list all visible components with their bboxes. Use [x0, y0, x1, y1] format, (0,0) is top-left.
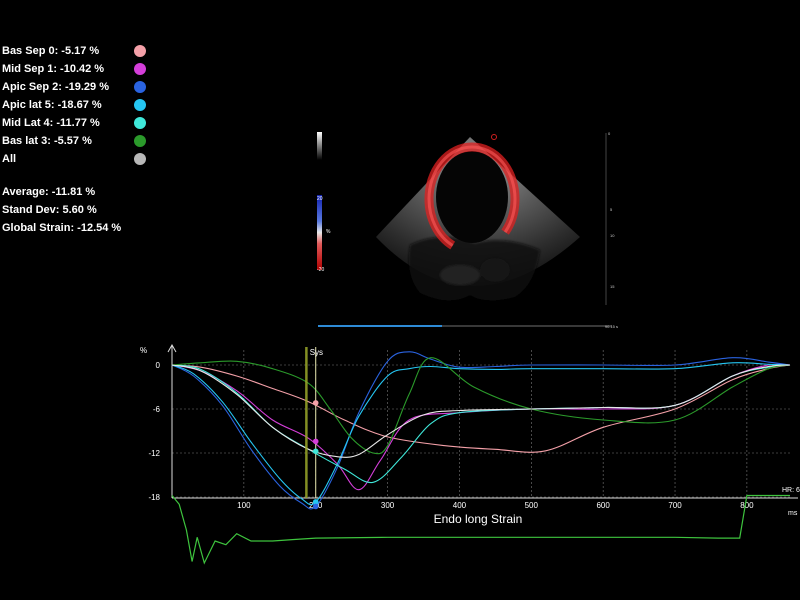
legend-color-dot [134, 45, 146, 57]
x-axis-label: Endo long Strain [434, 512, 523, 526]
x-tick-label: 800 [740, 501, 754, 510]
apex-marker [491, 134, 497, 140]
series-line-bas-lat-3 [171, 357, 791, 455]
standard-deviation: Stand Dev: 5.60 % [2, 204, 97, 216]
scale-unit-label: % [326, 229, 331, 235]
x-tick-label: 400 [453, 501, 467, 510]
legend-label: Mid Lat 4: -11.77 % [2, 117, 100, 129]
legend-label: Bas lat 3: -5.57 % [2, 135, 92, 147]
axes: 0-6-12-18100200300400500600700800 [148, 343, 798, 510]
series-line-bas-sep-0 [171, 364, 791, 453]
cine-time-readout: 90.15 s [605, 324, 618, 329]
x-tick-label: 500 [525, 501, 539, 510]
grayscale-bar [317, 132, 322, 160]
legend-color-dot [134, 153, 146, 165]
y-tick-label: -18 [148, 493, 160, 502]
strain-curve-chart: 0-6-12-18100200300400500600700800 Endo l… [140, 343, 800, 565]
marker-point [312, 503, 319, 510]
legend-label: Apic lat 5: -18.67 % [2, 99, 102, 111]
depth-label: 10 [610, 233, 615, 238]
legend-item[interactable]: Apic lat 5: -18.67 % [2, 96, 162, 114]
legend-item[interactable]: Apic Sep 2: -19.29 % [2, 78, 162, 96]
x-tick-label: 300 [381, 501, 395, 510]
strain-color-scale [317, 195, 322, 270]
legend-item[interactable]: All [2, 150, 162, 168]
legend-label: Bas Sep 0: -5.17 % [2, 45, 100, 57]
x-tick-label: 100 [237, 501, 251, 510]
systole-marker [305, 347, 317, 498]
heart-rate-label: HR: 6 [782, 487, 800, 494]
legend-color-dot [134, 135, 146, 147]
marker-point [312, 400, 319, 406]
echo-ultrasound-view: 20 -20 % 0 5 10 15 90.15 s [317, 131, 618, 329]
series-line-apic-lat-5 [171, 362, 791, 506]
legend-label: Apic Sep 2: -19.29 % [2, 81, 109, 93]
systole-label: Sys [310, 348, 323, 357]
x-tick-label: 600 [596, 501, 610, 510]
svg-text:0: 0 [608, 131, 611, 136]
legend-item[interactable]: Mid Sep 1: -10.42 % [2, 60, 162, 78]
y-tick-label: 0 [156, 361, 161, 370]
legend-item[interactable]: Bas lat 3: -5.57 % [2, 132, 162, 150]
x-tick-label: 700 [668, 501, 682, 510]
depth-label: 5 [610, 207, 613, 212]
marker-point [312, 448, 319, 455]
lv-cavity [436, 151, 508, 243]
y-axis-label: % [140, 346, 147, 355]
strain-stats: Average: -11.81 % Stand Dev: 5.60 % Glob… [2, 183, 121, 237]
average-strain: Average: -11.81 % [2, 186, 96, 198]
series-line-mid-sep-1 [171, 363, 791, 491]
series-line-mid-lat-4 [171, 364, 791, 484]
x-unit-label: ms [788, 510, 798, 517]
ecg-line [171, 494, 790, 565]
legend-label: All [2, 153, 17, 165]
scale-top-label: 20 [317, 196, 323, 202]
segment-legend: Bas Sep 0: -5.17 % Mid Sep 1: -10.42 % Api… [2, 42, 162, 168]
series-line-apic-sep-2 [171, 351, 791, 510]
legend-color-dot [134, 99, 146, 111]
scale-bottom-label: -20 [317, 267, 324, 273]
depth-label: 15 [610, 284, 615, 289]
y-tick-label: -6 [153, 405, 161, 414]
legend-color-dot [134, 63, 146, 75]
legend-color-dot [134, 81, 146, 93]
marker-point [312, 438, 319, 445]
legend-item[interactable]: Mid Lat 4: -11.77 % [2, 114, 162, 132]
ecg-trace [171, 494, 790, 565]
series-lines [171, 351, 791, 510]
y-tick-label: -12 [148, 449, 160, 458]
legend-color-dot [134, 117, 146, 129]
grid [172, 350, 790, 498]
legend-item[interactable]: Bas Sep 0: -5.17 % [2, 42, 162, 60]
legend-label: Mid Sep 1: -10.42 % [2, 63, 105, 75]
global-strain: Global Strain: -12.54 % [2, 222, 122, 234]
